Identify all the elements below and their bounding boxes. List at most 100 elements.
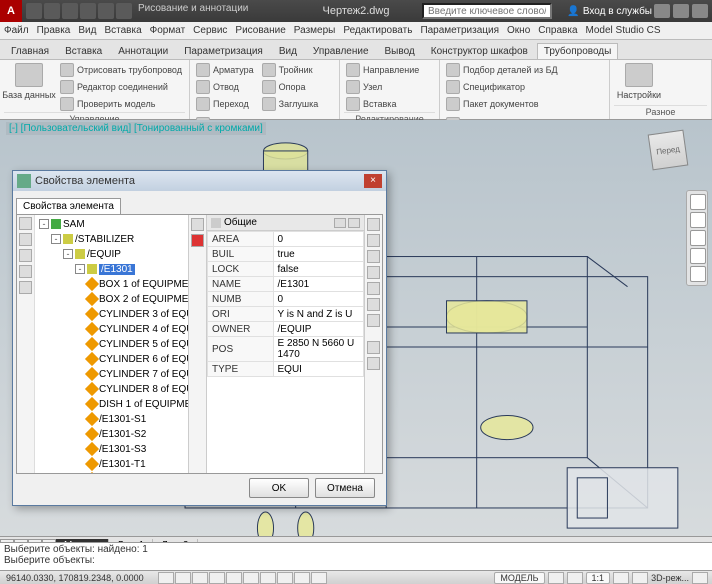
prop-value[interactable]: 0	[273, 232, 363, 247]
status-icon[interactable]	[613, 572, 629, 584]
ribbon-button[interactable]: Тройник	[260, 62, 321, 78]
side-tool-icon[interactable]	[367, 250, 380, 263]
ribbon-button[interactable]: Отвод	[194, 79, 256, 95]
tree-tool-icon[interactable]	[19, 281, 32, 294]
side-tool-icon[interactable]	[367, 314, 380, 327]
maximize-icon[interactable]	[673, 4, 689, 18]
side-tool-icon[interactable]	[367, 218, 380, 231]
menu-item[interactable]: Сервис	[193, 25, 227, 36]
dyn-icon[interactable]	[277, 572, 293, 584]
qat-new-icon[interactable]	[26, 3, 42, 19]
qat-redo-icon[interactable]	[98, 3, 114, 19]
database-button[interactable]: База данных	[4, 62, 54, 101]
prop-value[interactable]: 0	[273, 292, 363, 307]
dialog-close-button[interactable]: ×	[364, 174, 382, 188]
qat-undo-icon[interactable]	[80, 3, 96, 19]
settings-button[interactable]: Настройки	[614, 62, 664, 101]
prop-value[interactable]: EQUI	[273, 362, 363, 377]
workspace-3d-label[interactable]: 3D-реж...	[651, 573, 689, 583]
menu-item[interactable]: Вид	[78, 25, 96, 36]
side-tool-icon[interactable]	[367, 266, 380, 279]
nav-pan-icon[interactable]	[690, 212, 706, 228]
prop-value[interactable]: false	[273, 262, 363, 277]
ribbon-tab[interactable]: Вставка	[58, 43, 109, 59]
ribbon-button[interactable]: Опора	[260, 79, 321, 95]
grid-icon[interactable]	[175, 572, 191, 584]
qat-open-icon[interactable]	[44, 3, 60, 19]
coordinates[interactable]: 96140.0330, 170819.2348, 0.0000	[0, 573, 150, 583]
prop-value[interactable]: E 2850 N 5660 U 1470	[273, 337, 363, 362]
menu-item[interactable]: Размеры	[294, 25, 336, 36]
qat-print-icon[interactable]	[116, 3, 132, 19]
ribbon-button[interactable]: Заглушка	[260, 96, 321, 112]
side-tool-icon[interactable]	[367, 234, 380, 247]
ribbon-button[interactable]: Проверить модель	[58, 96, 184, 112]
ribbon-button[interactable]: Направление	[344, 62, 421, 78]
tree-tool-icon[interactable]	[19, 233, 32, 246]
menu-item[interactable]: Правка	[37, 25, 71, 36]
ribbon-button[interactable]: Отрисовать трубопровод	[58, 62, 184, 78]
side-tool-icon[interactable]	[367, 341, 380, 354]
side-tool-icon[interactable]	[367, 357, 380, 370]
nav-wheel-icon[interactable]	[690, 194, 706, 210]
menu-item[interactable]: Параметризация	[420, 25, 499, 36]
ribbon-button[interactable]: Редактор соединений	[58, 79, 184, 95]
ribbon-tab[interactable]: Конструктор шкафов	[424, 43, 535, 59]
lwt-icon[interactable]	[294, 572, 310, 584]
prop-value[interactable]: Y is N and Z is U	[273, 307, 363, 322]
workspace-label[interactable]: Рисование и аннотации	[138, 3, 248, 19]
status-icon[interactable]	[632, 572, 648, 584]
menu-item[interactable]: Редактировать	[343, 25, 412, 36]
snap-icon[interactable]	[158, 572, 174, 584]
ribbon-tab[interactable]: Аннотации	[111, 43, 175, 59]
menu-item[interactable]: Model Studio CS	[586, 25, 661, 36]
ok-button[interactable]: OK	[249, 478, 309, 498]
ribbon-tab[interactable]: Управление	[306, 43, 376, 59]
ribbon-tab[interactable]: Главная	[4, 43, 56, 59]
view-cube[interactable]: Перед	[644, 126, 692, 174]
property-group-header[interactable]: Общие	[207, 215, 364, 231]
ribbon-button[interactable]: Подбор деталей из БД	[444, 62, 560, 78]
status-icon[interactable]	[692, 572, 708, 584]
ribbon-tab[interactable]: Вид	[272, 43, 304, 59]
minimize-icon[interactable]	[654, 4, 670, 18]
model-space-button[interactable]: МОДЕЛЬ	[494, 572, 544, 584]
close-icon[interactable]	[692, 4, 708, 18]
menu-item[interactable]: Справка	[538, 25, 577, 36]
menu-item[interactable]: Рисование	[235, 25, 285, 36]
tree-tool-icon[interactable]	[19, 249, 32, 262]
status-icon[interactable]	[548, 572, 564, 584]
side-tool-icon[interactable]	[367, 298, 380, 311]
cancel-button[interactable]: Отмена	[315, 478, 375, 498]
nav-orbit-icon[interactable]	[690, 248, 706, 264]
expand-icon[interactable]	[348, 218, 360, 228]
command-line[interactable]: Выберите объекты: найдено: 1 Выберите об…	[0, 542, 712, 570]
prop-value[interactable]: /EQUIP	[273, 322, 363, 337]
property-grid[interactable]: AREA0BUILtrueLOCKfalseNAME/E1301NUMB0ORI…	[207, 231, 364, 473]
element-tree[interactable]: -SAM-/STABILIZER-/EQUIP-/E1301BOX 1 of E…	[35, 215, 188, 473]
prop-value[interactable]: /E1301	[273, 277, 363, 292]
dialog-title-bar[interactable]: Свойства элемента ×	[13, 171, 386, 191]
ribbon-button[interactable]: Переход	[194, 96, 256, 112]
ribbon-button[interactable]: Арматура	[194, 62, 256, 78]
status-icon[interactable]	[567, 572, 583, 584]
nav-showmotion-icon[interactable]	[690, 266, 706, 282]
tree-tool-icon[interactable]	[19, 265, 32, 278]
tree-tool-icon[interactable]	[19, 217, 32, 230]
ribbon-button[interactable]: Пакет документов	[444, 96, 560, 112]
ortho-icon[interactable]	[192, 572, 208, 584]
side-tool-icon[interactable]	[367, 282, 380, 295]
menu-item[interactable]: Файл	[4, 25, 29, 36]
osnap-icon[interactable]	[226, 572, 242, 584]
ribbon-tab[interactable]: Параметризация	[177, 43, 270, 59]
mid-tool-icon[interactable]	[191, 218, 204, 231]
menu-item[interactable]: Окно	[507, 25, 530, 36]
prop-value[interactable]: true	[273, 247, 363, 262]
menu-item[interactable]: Вставка	[104, 25, 141, 36]
qat-save-icon[interactable]	[62, 3, 78, 19]
app-logo[interactable]: A	[0, 0, 22, 22]
ribbon-button[interactable]: Вставка	[344, 96, 421, 112]
ducs-icon[interactable]	[260, 572, 276, 584]
scale-button[interactable]: 1:1	[586, 572, 611, 584]
collapse-icon[interactable]	[334, 218, 346, 228]
